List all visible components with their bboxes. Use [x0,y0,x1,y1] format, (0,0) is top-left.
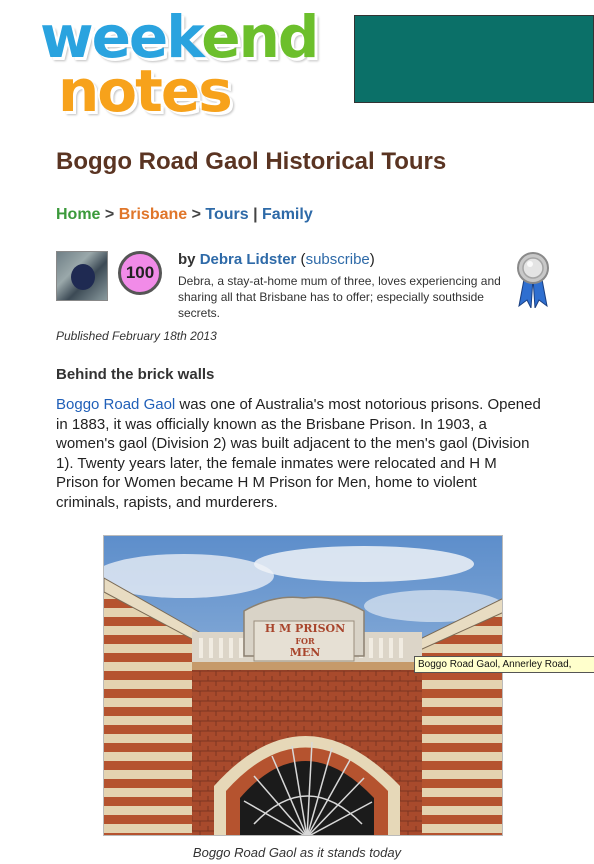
breadcrumb: Home > Brisbane > Tours | Family [56,206,313,224]
breadcrumb-category-link[interactable]: Tours [205,206,248,223]
logo-text-notes: notes [58,57,233,125]
image-tooltip: Boggo Road Gaol, Annerley Road, [414,656,594,673]
subscribe-paren-close: ) [369,251,375,268]
article-photo[interactable]: H M PRISON FOR MEN [103,535,503,836]
breadcrumb-separator: | [248,206,263,223]
author-bio: Debra, a stay-at-home mum of three, love… [178,274,501,320]
breadcrumb-separator: > [187,206,206,223]
award-ribbon-icon [517,252,549,308]
subscribe-link[interactable]: subscribe [306,251,370,268]
photo-caption: Boggo Road Gaol as it stands today [192,845,402,860]
advertisement-banner[interactable] [354,15,594,103]
breadcrumb-home-link[interactable]: Home [56,206,100,223]
paragraph-text: was one of Australia's most notorious pr… [56,396,541,511]
published-date: Published February 18th 2013 [56,329,217,343]
prison-sign: H M PRISON FOR MEN [264,622,346,659]
article-paragraph: Boggo Road Gaol was one of Australia's m… [56,395,541,512]
section-heading: Behind the brick walls [56,366,215,383]
subscribe-paren-open: ( [296,251,306,268]
author-name-link[interactable]: Debra Lidster [200,251,297,268]
breadcrumb-city-link[interactable]: Brisbane [119,206,187,223]
boggo-road-gaol-link[interactable]: Boggo Road Gaol [56,396,175,413]
gaol-facade-image [104,536,502,835]
author-score-badge: 100 [118,251,162,295]
author-byline: by Debra Lidster (subscribe) [178,251,375,268]
breadcrumb-tag-link[interactable]: Family [262,206,313,223]
by-label: by [178,251,196,268]
breadcrumb-separator: > [100,206,119,223]
weekend-notes-logo[interactable]: weekend notes [36,6,319,125]
author-avatar[interactable] [56,251,108,301]
page-title: Boggo Road Gaol Historical Tours [56,148,447,175]
